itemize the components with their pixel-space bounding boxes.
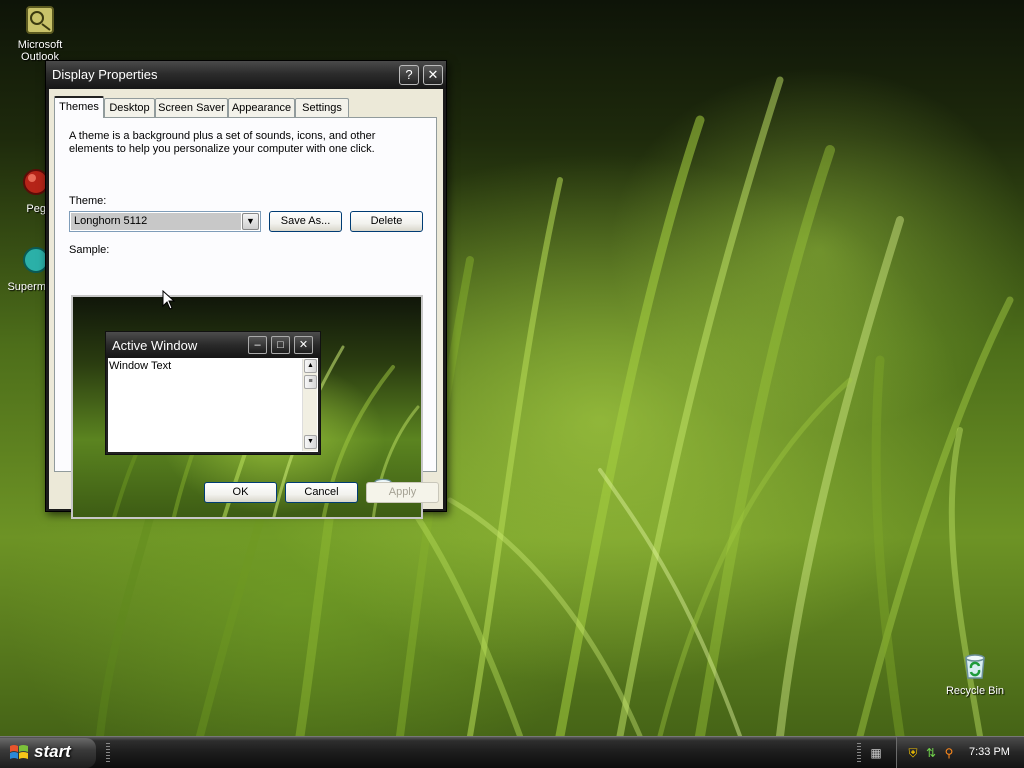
scroll-up-icon: ▲ (304, 359, 317, 373)
network-icon[interactable]: ⇅ (923, 745, 939, 761)
start-button[interactable]: start (0, 738, 96, 768)
chevron-down-icon[interactable]: ▼ (242, 213, 259, 230)
taskbar-grip[interactable] (106, 743, 110, 763)
scroll-down-icon: ▼ (304, 435, 317, 449)
display-properties-dialog: Display Properties ? ✕ Themes Desktop Sc… (45, 60, 447, 519)
ok-button[interactable]: OK (204, 482, 277, 503)
scroll-thumb: ≡ (304, 375, 317, 389)
outlook-icon (26, 6, 54, 34)
desktop-icon-label: Superm (7, 281, 46, 293)
delete-button[interactable]: Delete (350, 211, 423, 232)
taskbar: start ▦ ⛨ ⇅ ⚲ 7:33 PM (0, 736, 1024, 768)
sample-window-client: Window Text ▲ ≡ ▼ (108, 358, 318, 452)
theme-dropdown[interactable]: Longhorn 5112 ▼ (69, 211, 261, 232)
keyboard-icon[interactable]: ▦ (868, 745, 884, 761)
tab-themes[interactable]: Themes (54, 96, 104, 118)
minimize-icon: – (248, 336, 267, 354)
theme-description: A theme is a background plus a set of so… (69, 130, 376, 155)
save-as-button[interactable]: Save As... (269, 211, 342, 232)
supermarket-icon (23, 247, 46, 273)
windows-flag-icon (10, 745, 28, 759)
sample-scrollbar: ▲ ≡ ▼ (302, 359, 317, 451)
close-icon: ✕ (294, 336, 313, 354)
sample-active-window: Active Window – □ ✕ Window Text ▲ ≡ ▼ (105, 331, 321, 455)
desktop-icon-superm[interactable]: Superm (0, 246, 46, 293)
dialog-title-bar[interactable]: Display Properties ? ✕ (46, 61, 446, 89)
tab-settings[interactable]: Settings (295, 98, 349, 117)
desktop-icon-peg[interactable]: Peg (0, 168, 46, 215)
tab-screen-saver[interactable]: Screen Saver (155, 98, 228, 117)
desktop-icon-label: Peg (26, 203, 46, 215)
theme-dropdown-value: Longhorn 5112 (71, 213, 241, 230)
themes-tab-panel: A theme is a background plus a set of so… (54, 117, 437, 519)
cancel-button[interactable]: Cancel (285, 482, 358, 503)
apply-button[interactable]: Apply (366, 482, 439, 503)
start-label: start (34, 742, 71, 761)
desktop-icon-recycle-bin[interactable]: Recycle Bin (937, 650, 1013, 697)
sample-label: Sample: (69, 244, 110, 256)
clock[interactable]: 7:33 PM (969, 746, 1010, 758)
maximize-icon: □ (271, 336, 290, 354)
dialog-body: Themes Desktop Screen Saver Appearance S… (49, 89, 443, 519)
taskbar-grip[interactable] (857, 743, 861, 763)
search-icon[interactable]: ⚲ (941, 745, 957, 761)
mouse-cursor-icon (162, 290, 176, 310)
security-shield-icon[interactable]: ⛨ (905, 745, 921, 761)
tab-desktop[interactable]: Desktop (104, 98, 155, 117)
pegasus-icon (23, 169, 46, 195)
sample-window-title: Active Window (112, 338, 198, 353)
help-button[interactable]: ? (399, 65, 419, 85)
desktop-icon-outlook[interactable]: Microsoft Outlook (2, 4, 78, 63)
dialog-title: Display Properties (52, 67, 158, 82)
tab-appearance[interactable]: Appearance (228, 98, 295, 117)
close-button[interactable]: ✕ (423, 65, 443, 85)
sample-window-text: Window Text (109, 360, 172, 372)
desktop-icon-label: Recycle Bin (945, 685, 1005, 697)
theme-label: Theme: (69, 195, 107, 207)
sample-window-title-bar: Active Window – □ ✕ (106, 332, 320, 358)
system-tray: ⛨ ⇅ ⚲ 7:33 PM (896, 737, 1024, 768)
recycle-bin-icon (965, 654, 985, 679)
